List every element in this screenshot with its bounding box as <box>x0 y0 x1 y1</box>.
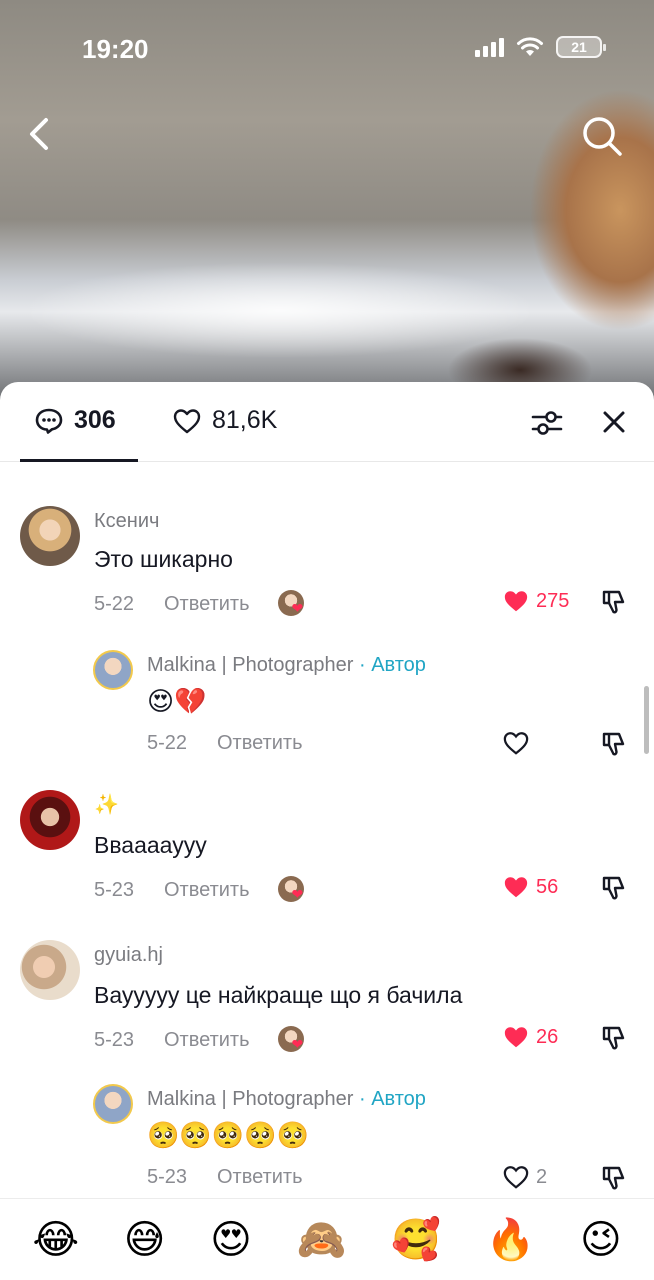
like-count: 2 <box>536 1165 548 1188</box>
dislike-button[interactable] <box>600 1164 628 1192</box>
like-button[interactable]: 2 <box>502 1164 547 1190</box>
emoji-laughing[interactable]: 😂 <box>32 1220 79 1260</box>
dislike-button[interactable] <box>600 874 628 902</box>
like-count: 56 <box>536 875 559 898</box>
emoji-quick-bar: 😂 😅 😍 🙈 🥰 🔥 😉 <box>0 1198 654 1280</box>
author-tag: · Автор <box>359 1088 426 1110</box>
close-button[interactable] <box>600 408 628 436</box>
cellular-signal-icon <box>475 37 504 57</box>
creator-liked-badge: ❤ <box>277 590 308 618</box>
reply-username-text: Malkina | Photographer <box>147 654 354 676</box>
reply-button[interactable]: Ответить <box>164 1029 250 1052</box>
likes-count: 81,6K <box>212 406 278 434</box>
heart-filled-icon <box>504 591 528 612</box>
creator-liked-badge: ❤ <box>277 876 308 904</box>
reply-button[interactable]: Ответить <box>217 1166 303 1189</box>
tab-comments[interactable]: 306 <box>34 406 116 435</box>
reply-button[interactable]: Ответить <box>164 879 250 902</box>
like-button[interactable]: 275 <box>502 588 569 614</box>
reply-username-text: Malkina | Photographer <box>147 1088 354 1110</box>
close-icon <box>603 411 625 433</box>
heart-outline-icon <box>503 732 529 755</box>
heart-outline-icon <box>173 408 201 433</box>
comments-tabbar: 306 81,6K <box>0 382 654 462</box>
comment-text: Вауyyyy це найкраще що я бачила <box>94 982 463 1008</box>
comment-meta: 5-23 Ответить ❤ <box>94 876 308 904</box>
heart-outline-icon <box>503 1166 529 1189</box>
reply-text: 😍💔 <box>147 686 207 716</box>
back-button[interactable] <box>20 112 60 156</box>
emoji-see-no-evil[interactable]: 🙈 <box>297 1220 347 1260</box>
heart-filled-icon <box>504 877 528 898</box>
dislike-button[interactable] <box>600 588 628 616</box>
like-button[interactable]: 56 <box>502 874 558 900</box>
emoji-smiling-hearts[interactable]: 🥰 <box>391 1220 441 1260</box>
creator-liked-badge: ❤ <box>277 1026 308 1054</box>
scrollbar[interactable] <box>644 686 649 754</box>
like-count: 275 <box>536 589 570 612</box>
thumbs-down-icon <box>602 1026 625 1050</box>
avatar[interactable] <box>20 940 80 1000</box>
comment-text: Вваааауyy <box>94 832 207 858</box>
reply-username[interactable]: Malkina | Photographer · Автор <box>147 654 426 677</box>
comment-meta: 5-22 Ответить ❤ <box>94 590 308 618</box>
avatar[interactable] <box>20 790 80 850</box>
search-icon <box>583 117 622 156</box>
reply-text: 🥺🥺🥺🥺🥺 <box>147 1120 309 1150</box>
comment-date: 5-22 <box>94 592 135 615</box>
comment-text: Это шикарно <box>94 546 233 572</box>
avatar[interactable] <box>20 506 80 566</box>
emoji-sweat-smile[interactable]: 😅 <box>124 1220 166 1260</box>
reply-button[interactable]: Ответить <box>164 593 250 616</box>
reply-date: 5-22 <box>147 732 188 754</box>
status-icons: 21 <box>475 36 606 58</box>
comment-username[interactable]: gyuia.hj <box>94 944 163 967</box>
reply-meta: 5-22 Ответить <box>147 732 303 755</box>
tab-likes[interactable]: 81,6K <box>172 406 277 435</box>
battery-icon: 21 <box>556 36 606 58</box>
emoji-heart-eyes[interactable]: 😍 <box>210 1220 252 1260</box>
comment-bubble-icon <box>35 408 63 434</box>
comment-date: 5-23 <box>94 878 135 901</box>
comment-date: 5-23 <box>94 1028 135 1051</box>
dislike-button[interactable] <box>600 1024 628 1052</box>
active-tab-indicator <box>20 459 138 462</box>
dislike-button[interactable] <box>600 730 628 758</box>
thumbs-down-icon <box>602 876 625 900</box>
status-bar: 19:20 21 <box>0 0 654 96</box>
wifi-icon <box>517 37 543 56</box>
like-count: 26 <box>536 1025 559 1048</box>
avatar[interactable] <box>93 1084 133 1124</box>
avatar[interactable] <box>93 650 133 690</box>
thumbs-down-icon <box>602 1166 625 1190</box>
reply-date: 5-23 <box>147 1166 188 1188</box>
chevron-left-icon <box>30 118 48 150</box>
author-tag: · Автор <box>359 654 426 676</box>
sliders-icon <box>531 411 563 435</box>
like-button[interactable] <box>502 730 536 756</box>
status-time: 19:20 <box>82 34 149 64</box>
reply-button[interactable]: Ответить <box>217 732 303 755</box>
emoji-wink[interactable]: 😉 <box>580 1220 622 1260</box>
reply-username[interactable]: Malkina | Photographer · Автор <box>147 1088 426 1111</box>
heart-filled-icon <box>504 1027 528 1048</box>
comments-count: 306 <box>74 406 116 434</box>
thumbs-down-icon <box>602 590 625 614</box>
comment-username[interactable]: Ксенич <box>94 510 159 533</box>
like-button[interactable]: 26 <box>502 1024 558 1050</box>
wave-foam <box>0 250 600 370</box>
comment-username[interactable]: ✨ <box>94 792 119 817</box>
reply-meta: 5-23 Ответить <box>147 1166 303 1189</box>
thumbs-down-icon <box>602 732 625 756</box>
emoji-fire[interactable]: 🔥 <box>485 1220 535 1260</box>
comment-meta: 5-23 Ответить ❤ <box>94 1026 308 1054</box>
comments-sheet: 306 81,6K Ксенич Это шикарно 5-22 Ответи… <box>0 382 654 1280</box>
search-button[interactable] <box>580 114 624 158</box>
filter-button[interactable] <box>530 408 564 438</box>
